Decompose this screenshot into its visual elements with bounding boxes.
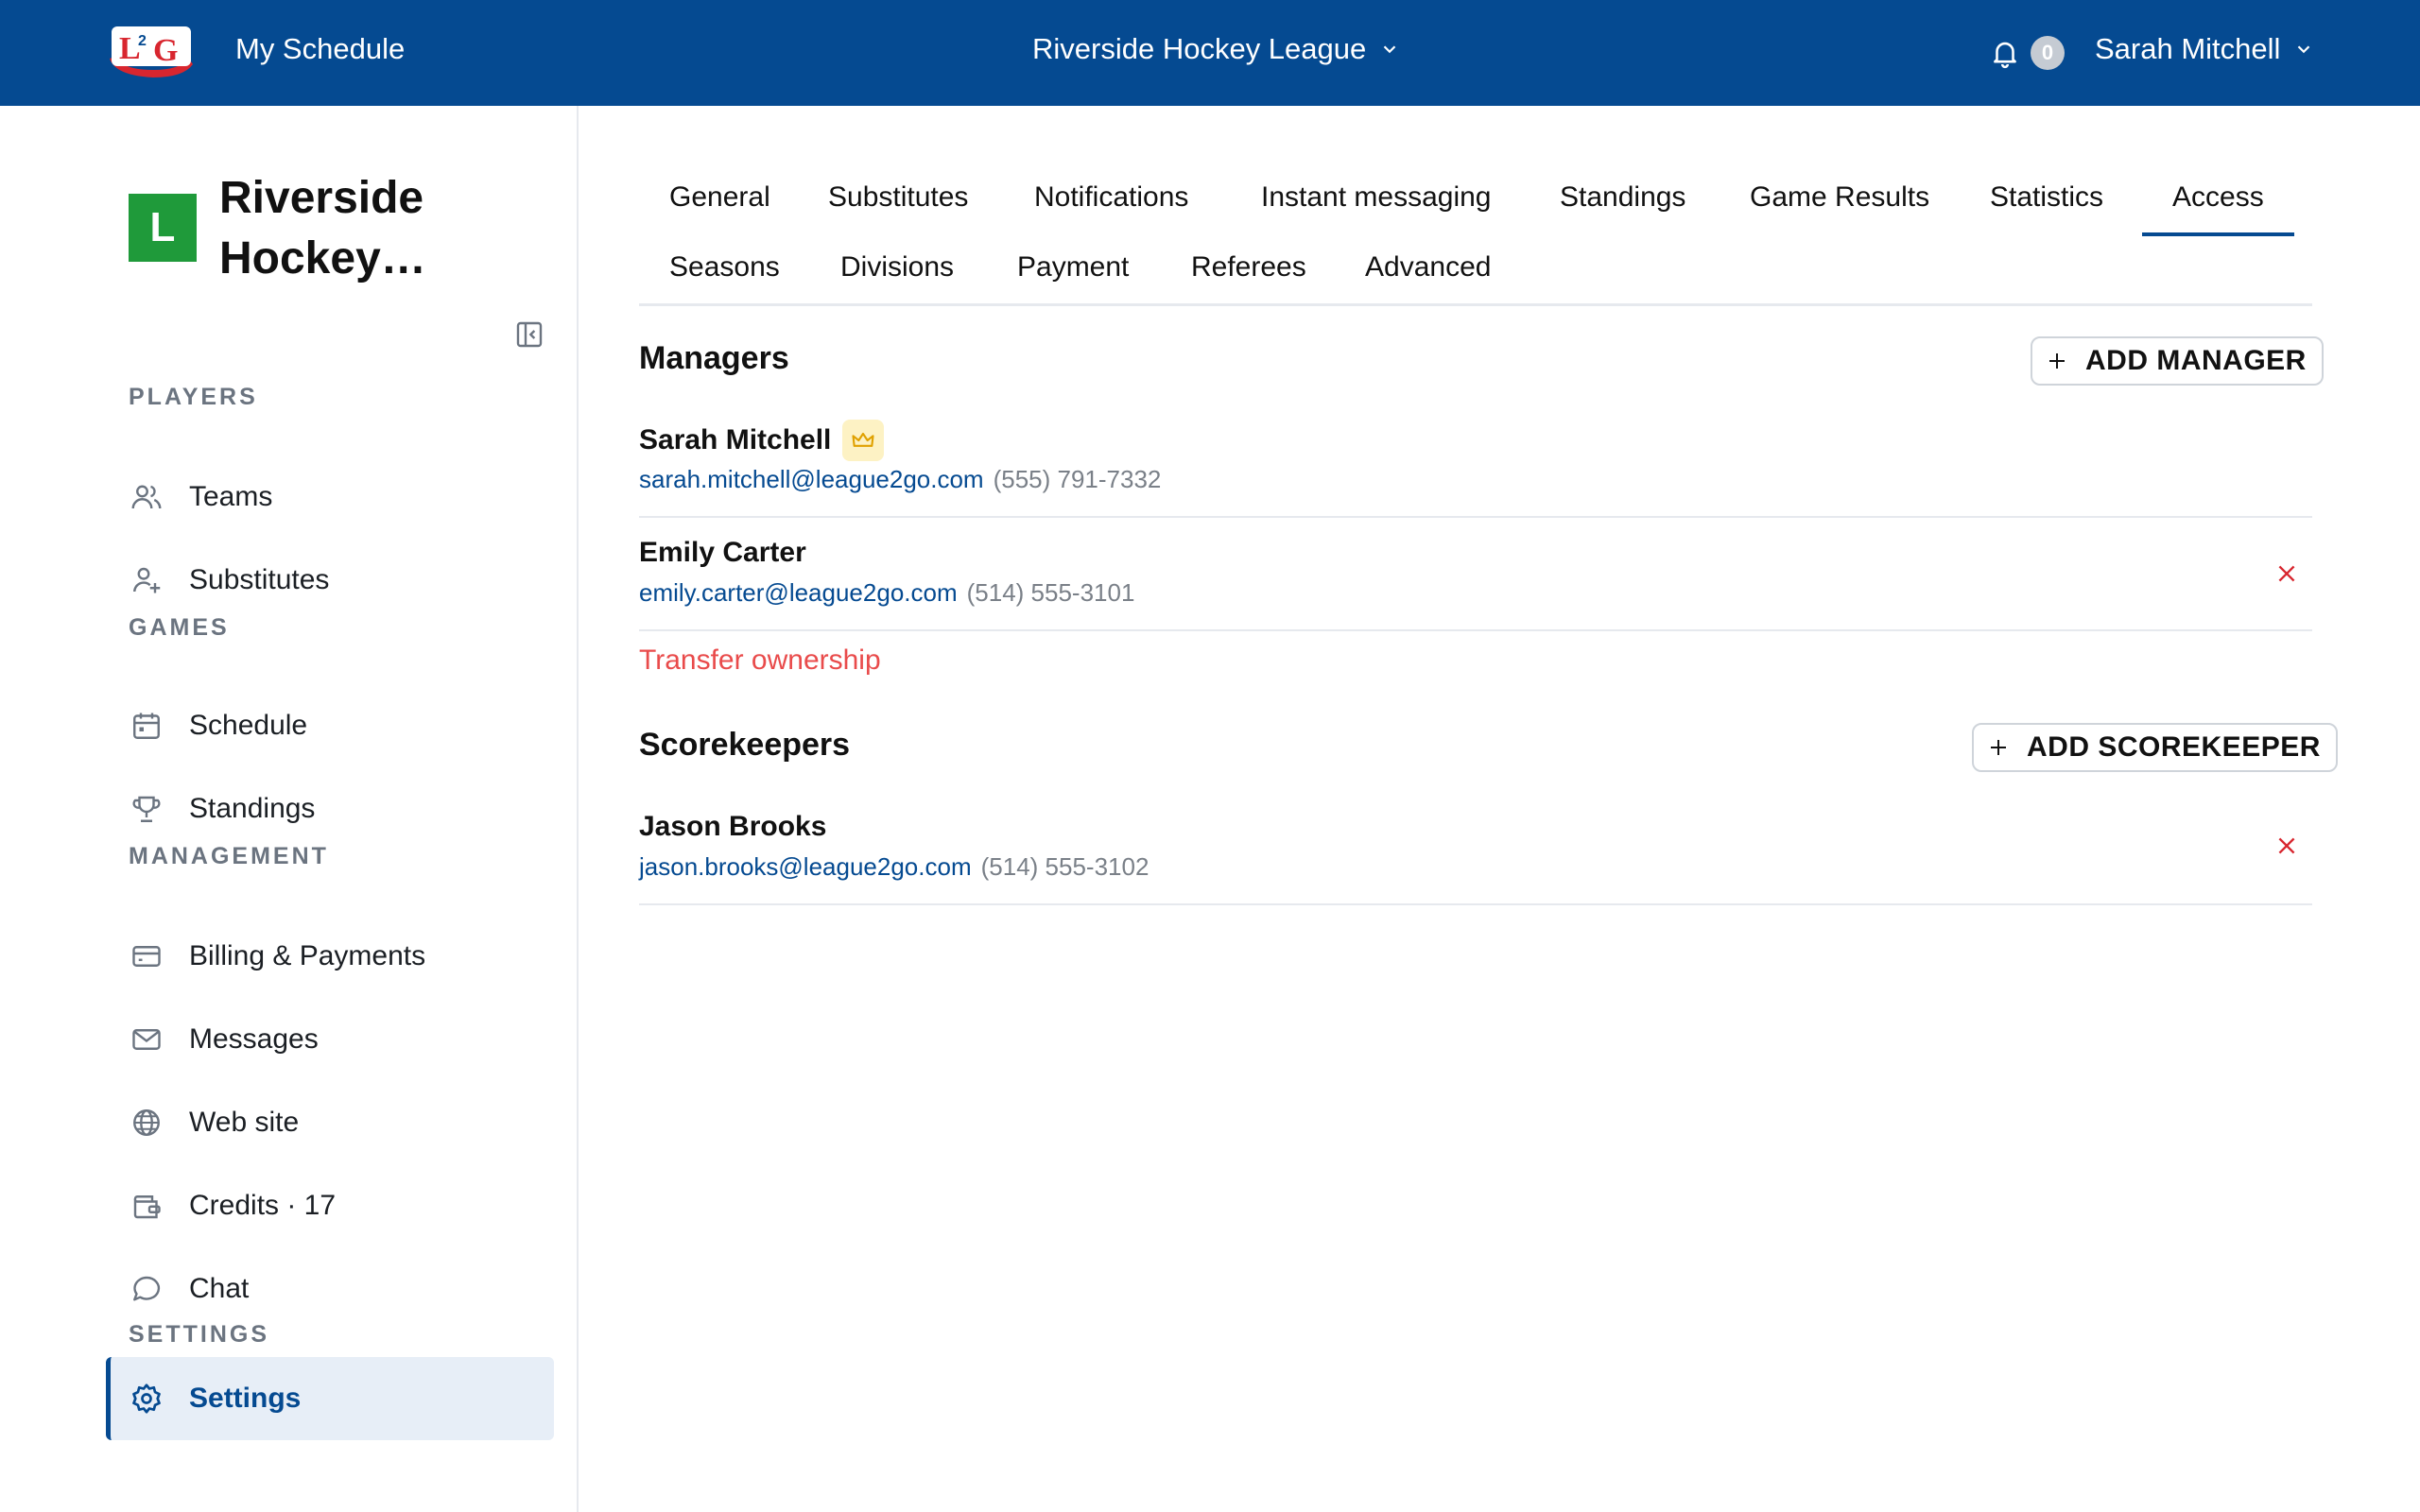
credit-card-icon — [129, 938, 164, 974]
sidebar-item-label: Settings — [189, 1383, 302, 1414]
chevron-down-icon — [1383, 45, 1396, 54]
league-switcher-label: Riverside Hockey League — [1032, 32, 1367, 65]
sidebar-item-web-site[interactable]: Web site — [106, 1081, 554, 1164]
tab-access[interactable]: Access — [2142, 181, 2294, 236]
manager-email-link[interactable]: emily.carter@league2go.com — [639, 578, 958, 607]
sidebar-item-billing[interactable]: Billing & Payments — [106, 915, 554, 998]
scorekeepers-title: Scorekeepers — [639, 727, 851, 763]
tab-advanced[interactable]: Advanced — [1365, 251, 1491, 284]
sidebar-item-teams[interactable]: Teams — [106, 455, 554, 539]
sidebar-item-settings[interactable]: Settings — [106, 1357, 554, 1440]
sidebar-item-standings[interactable]: Standings — [106, 767, 554, 850]
sidebar-item-credits[interactable]: Credits · 17 — [106, 1164, 554, 1247]
manager-email-link[interactable]: sarah.mitchell@league2go.com — [639, 465, 984, 493]
top-bar: L 2 G My Schedule Riverside Hockey Leagu… — [0, 0, 2420, 106]
remove-scorekeeper-icon[interactable] — [2274, 833, 2299, 858]
section-label-settings: SETTINGS — [129, 1321, 270, 1348]
sidebar-item-substitutes[interactable]: Substitutes — [106, 539, 554, 622]
svg-text:2: 2 — [138, 33, 147, 49]
tab-instant-messaging[interactable]: Instant messaging — [1261, 181, 1491, 214]
manager-phone: (555) 791-7332 — [993, 465, 1162, 493]
tab-substitutes[interactable]: Substitutes — [828, 181, 968, 214]
collapse-sidebar-icon[interactable] — [514, 319, 544, 350]
sidebar-item-label: Substitutes — [189, 564, 330, 595]
scorekeeper-phone: (514) 555-3102 — [980, 852, 1150, 881]
calendar-icon — [129, 708, 164, 744]
scorekeeper-name: Jason Brooks — [639, 811, 826, 843]
sidebar: L Riverside Hockey… PLAYERS Teams Substi… — [0, 106, 579, 1512]
tab-statistics[interactable]: Statistics — [1990, 181, 2103, 214]
sidebar-item-schedule[interactable]: Schedule — [106, 684, 554, 767]
remove-manager-icon[interactable] — [2274, 561, 2299, 586]
manager-phone: (514) 555-3101 — [966, 578, 1135, 607]
tab-general[interactable]: General — [669, 181, 770, 214]
user-plus-icon — [129, 562, 164, 598]
manager-name-text: Emily Carter — [639, 537, 806, 568]
sidebar-item-messages[interactable]: Messages — [106, 998, 554, 1081]
gear-icon — [129, 1381, 164, 1417]
manager-name-text: Sarah Mitchell — [639, 424, 832, 455]
my-schedule-link[interactable]: My Schedule — [235, 32, 405, 66]
manager-contact: sarah.mitchell@league2go.com (555) 791-73… — [639, 465, 1161, 494]
league-switcher[interactable]: Riverside Hockey League — [1032, 32, 1400, 66]
user-menu[interactable]: Sarah Mitchell — [2095, 32, 2314, 66]
trophy-icon — [129, 791, 164, 827]
league-avatar: L — [129, 194, 197, 262]
sidebar-item-label: Messages — [189, 1023, 319, 1055]
wallet-icon — [129, 1188, 164, 1224]
scorekeeper-row: Jason Brooks jason.brooks@league2go.com (… — [639, 794, 2312, 905]
user-name: Sarah Mitchell — [2095, 32, 2281, 65]
transfer-ownership-link[interactable]: Transfer ownership — [639, 644, 881, 677]
section-label-management: MANAGEMENT — [129, 843, 329, 869]
manager-row: Emily Carter emily.carter@league2go.com (… — [639, 518, 2312, 631]
globe-icon — [129, 1105, 164, 1141]
tab-game-results[interactable]: Game Results — [1750, 181, 1929, 214]
sidebar-item-label: Chat — [189, 1273, 250, 1304]
l2g-logo[interactable]: L 2 G — [106, 21, 197, 83]
tab-divisions[interactable]: Divisions — [840, 251, 954, 284]
league-title: Riverside Hockey… — [219, 173, 426, 284]
sidebar-item-label: Schedule — [189, 710, 308, 741]
section-label-games: GAMES — [129, 614, 230, 641]
tab-standings[interactable]: Standings — [1560, 181, 1685, 214]
sidebar-item-label: Credits · 17 — [189, 1190, 337, 1221]
tab-payment[interactable]: Payment — [1017, 251, 1129, 284]
sidebar-item-chat[interactable]: Chat — [106, 1247, 554, 1331]
settings-tabs: General Substitutes Notifications Instan… — [639, 166, 2312, 306]
sidebar-item-label: Billing & Payments — [189, 940, 426, 971]
sidebar-item-label: Teams — [189, 481, 273, 512]
section-label-players: PLAYERS — [129, 384, 258, 410]
chat-icon — [129, 1271, 164, 1307]
managers-title: Managers — [639, 340, 789, 376]
plus-icon — [1991, 740, 2006, 755]
add-scorekeeper-button[interactable]: ADD SCOREKEEPER — [1972, 723, 2338, 772]
add-manager-label: ADD MANAGER — [2085, 345, 2307, 376]
tab-notifications[interactable]: Notifications — [1034, 181, 1188, 214]
plus-icon — [2049, 353, 2065, 369]
tab-seasons[interactable]: Seasons — [669, 251, 780, 284]
bell-icon[interactable] — [1989, 36, 2021, 70]
sidebar-item-label: Web site — [189, 1107, 300, 1138]
manager-name: Emily Carter — [639, 537, 806, 569]
scorekeeper-contact: jason.brooks@league2go.com (514) 555-3102 — [639, 852, 1149, 882]
sidebar-item-label: Standings — [189, 793, 316, 824]
chevron-down-icon — [2298, 45, 2310, 54]
notification-count-badge: 0 — [2031, 36, 2065, 70]
users-icon — [129, 479, 164, 515]
tab-referees[interactable]: Referees — [1191, 251, 1306, 284]
add-scorekeeper-label: ADD SCOREKEEPER — [2027, 731, 2321, 763]
mail-icon — [129, 1022, 164, 1057]
manager-row: Sarah Mitchell sarah.mitchell@league2go.… — [639, 406, 2312, 518]
manager-name: Sarah Mitchell — [639, 420, 885, 461]
svg-text:G: G — [153, 33, 178, 68]
scorekeeper-name-text: Jason Brooks — [639, 811, 827, 842]
add-manager-button[interactable]: ADD MANAGER — [2031, 336, 2324, 386]
scorekeeper-email-link[interactable]: jason.brooks@league2go.com — [639, 852, 972, 881]
manager-contact: emily.carter@league2go.com (514) 555-3101 — [639, 578, 1134, 608]
crown-icon — [842, 420, 885, 461]
